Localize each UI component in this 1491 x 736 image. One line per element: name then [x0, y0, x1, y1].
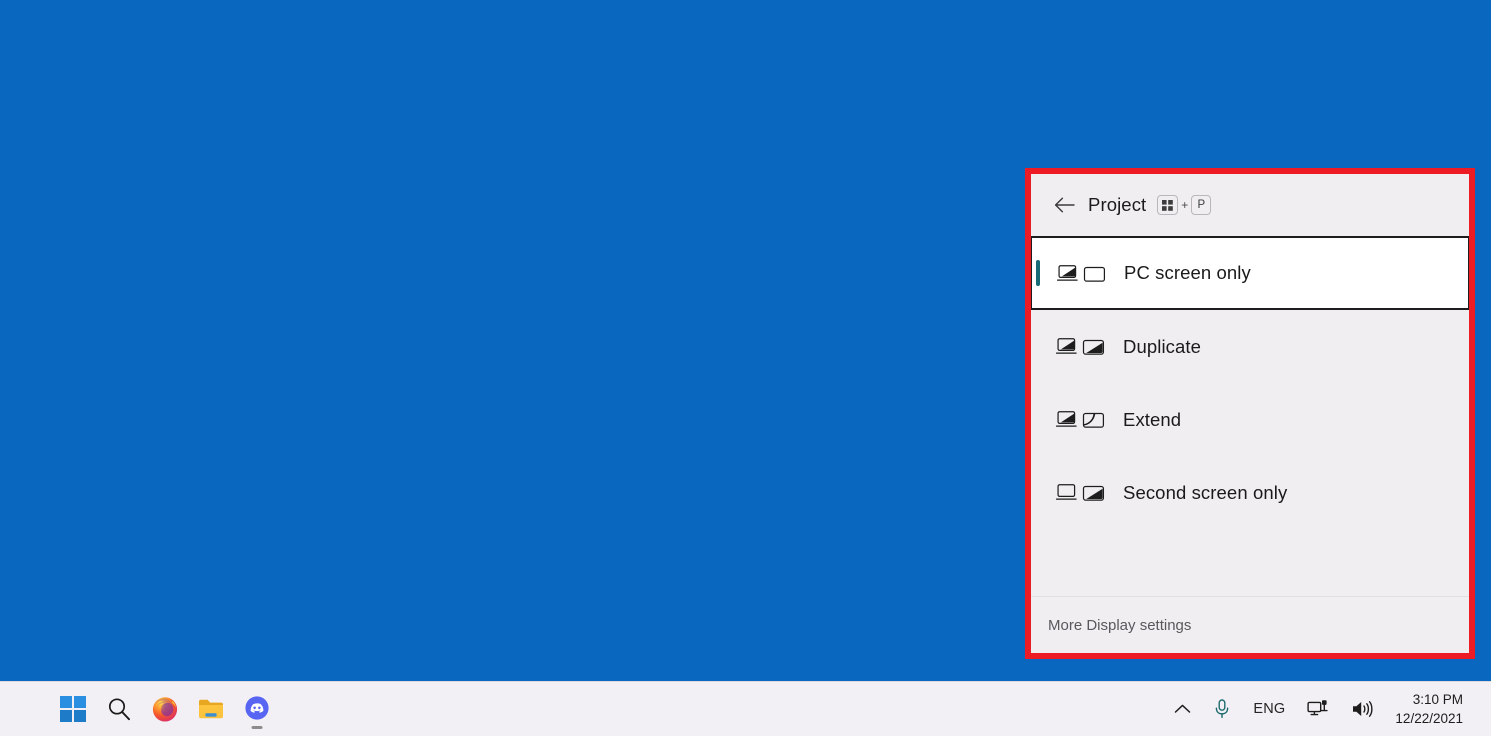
display-extend-icon — [1053, 409, 1105, 430]
search-icon — [108, 698, 130, 721]
shortcut-separator: + — [1181, 198, 1189, 212]
firefox-icon — [152, 697, 178, 722]
option-label: Second screen only — [1123, 481, 1288, 503]
option-pc-screen-only[interactable]: PC screen only — [1031, 236, 1469, 310]
discord-button[interactable] — [236, 688, 278, 730]
discord-icon — [245, 696, 269, 720]
search-button[interactable] — [98, 688, 140, 730]
option-label: Extend — [1123, 408, 1182, 430]
display-pc-screen-only-icon — [1054, 263, 1106, 284]
option-duplicate[interactable]: Duplicate — [1031, 310, 1469, 383]
clock-date: 12/22/2021 — [1395, 711, 1463, 726]
language-label: ENG — [1253, 701, 1286, 717]
system-tray: ENG 3:10 PM 12/22/2021 — [1163, 687, 1491, 731]
option-extend[interactable]: Extend — [1031, 383, 1469, 456]
clock-time: 3:10 PM — [1412, 691, 1463, 707]
shortcut-hint: + P — [1157, 195, 1212, 215]
running-indicator — [251, 726, 263, 729]
p-key-cap: P — [1191, 195, 1212, 215]
file-explorer-button[interactable] — [190, 688, 232, 730]
windows-logo-icon — [60, 696, 86, 722]
page-title: Project — [1088, 194, 1147, 215]
remote-connection-icon — [1307, 700, 1329, 716]
firefox-button[interactable] — [144, 688, 186, 730]
selection-indicator — [1036, 260, 1040, 286]
taskbar-app-buttons — [0, 688, 278, 730]
microphone-button[interactable] — [1202, 687, 1242, 731]
display-second-screen-only-icon — [1053, 482, 1105, 503]
project-panel-header: Project + P — [1031, 174, 1469, 236]
projection-option-list: PC screen only Duplicate Extend Second s… — [1031, 236, 1469, 596]
back-arrow-icon[interactable] — [1049, 190, 1079, 220]
microphone-icon — [1216, 699, 1229, 719]
start-button[interactable] — [52, 688, 94, 730]
option-label: Duplicate — [1123, 335, 1202, 357]
more-display-settings-link[interactable]: More Display settings — [1048, 617, 1191, 634]
taskbar: ENG 3:10 PM 12/22/2021 — [0, 681, 1491, 736]
speaker-icon — [1353, 701, 1373, 717]
tray-overflow-button[interactable] — [1163, 687, 1202, 731]
clock-button[interactable]: 3:10 PM 12/22/2021 — [1385, 690, 1477, 728]
folder-icon — [199, 699, 223, 719]
option-label: PC screen only — [1124, 262, 1251, 283]
windows-key-icon — [1157, 195, 1179, 215]
project-panel-footer: More Display settings — [1031, 596, 1469, 653]
volume-button[interactable] — [1340, 687, 1385, 731]
network-button[interactable] — [1296, 687, 1340, 731]
option-second-screen-only[interactable]: Second screen only — [1031, 456, 1469, 529]
language-indicator[interactable]: ENG — [1242, 687, 1296, 731]
display-duplicate-icon — [1053, 336, 1105, 357]
chevron-up-icon — [1175, 704, 1191, 713]
project-flyout-panel: Project + P PC screen only Duplicate Ext… — [1025, 168, 1475, 659]
